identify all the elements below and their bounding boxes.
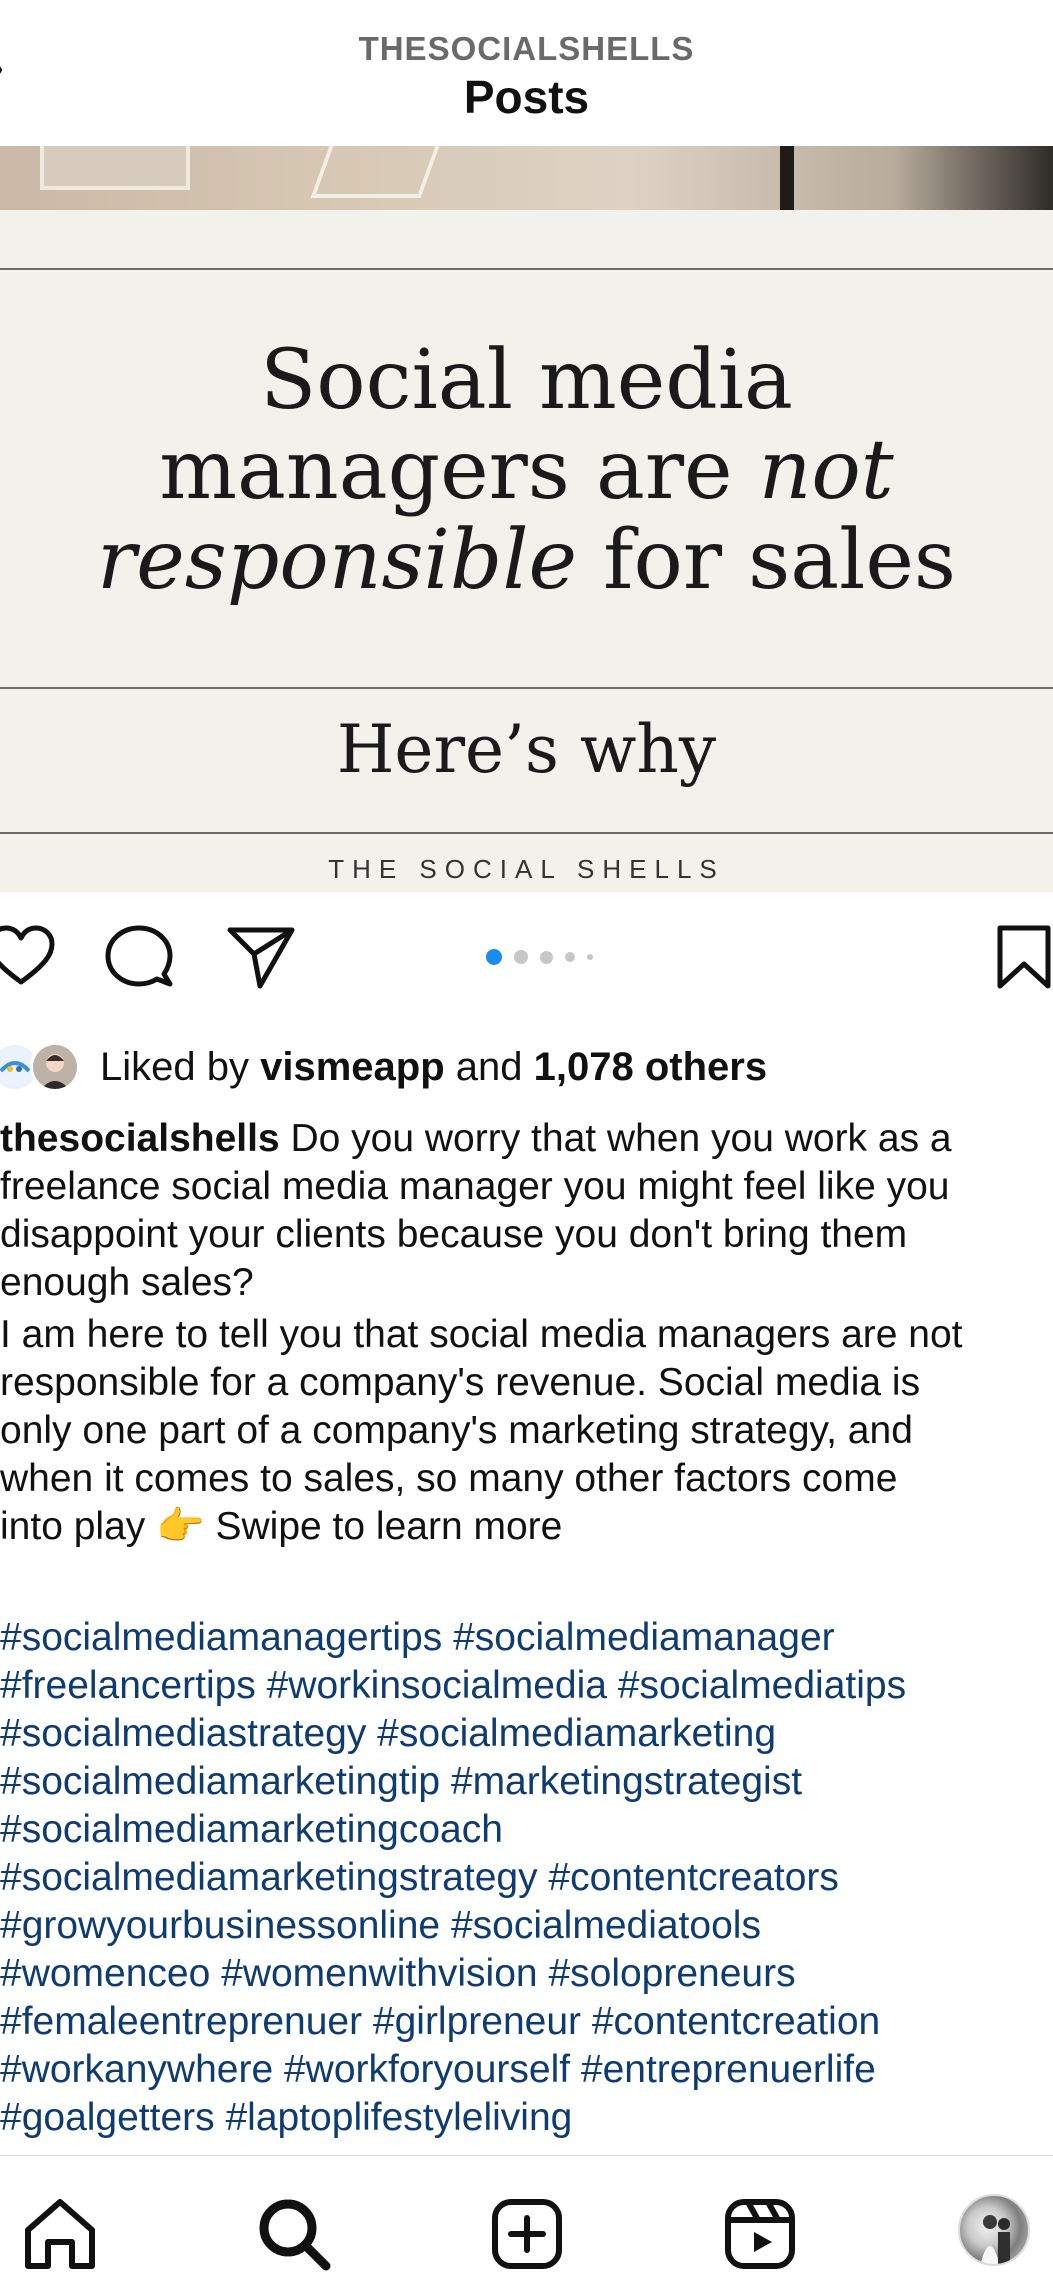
top-header: THESOCIALSHELLS Posts	[0, 0, 1053, 146]
likes-row[interactable]: Liked by vismeapp and 1,078 others	[0, 1040, 1053, 1092]
poster-brand: THE SOCIAL SHELLS	[328, 854, 725, 884]
hashtag-line[interactable]: #workanywhere #workforyourself #entrepre…	[0, 2046, 1053, 2094]
hashtag-line[interactable]: #freelancertips #workinsocialmedia #soci…	[0, 1662, 1053, 1710]
hashtag-line[interactable]: #womenceo #womenwithvision #solopreneurs	[0, 1950, 1053, 1998]
poster-subhead: Here’s why	[336, 711, 717, 788]
carousel-dot	[486, 949, 502, 965]
poster-headline-line: managers are not	[159, 423, 894, 518]
hashtag-line[interactable]: #goalgetters #laptoplifestyleliving	[0, 2094, 1053, 2142]
header-username: THESOCIALSHELLS	[358, 30, 695, 67]
post-photo-strip	[0, 146, 1053, 210]
caption-username[interactable]: thesocialshells	[0, 1117, 280, 1160]
comment-icon[interactable]	[104, 922, 174, 992]
plus-square-icon[interactable]	[487, 2194, 567, 2274]
likes-text: Liked by vismeapp and 1,078 others	[100, 1045, 768, 1089]
avatar	[30, 1042, 80, 1092]
photo-frame-shape	[40, 146, 190, 190]
search-icon[interactable]	[254, 2194, 334, 2274]
photo-frame-shape	[310, 146, 440, 198]
hashtag-line[interactable]: #socialmediastrategy #socialmediamarketi…	[0, 1710, 1053, 1758]
liker-username[interactable]: vismeapp	[260, 1045, 445, 1089]
post-image[interactable]: Social media managers are not responsibl…	[0, 146, 1053, 892]
hashtag-line[interactable]: #socialmediamarketingtip #marketingstrat…	[0, 1758, 1053, 1806]
carousel-dot	[565, 952, 575, 962]
hashtag-line[interactable]: #socialmediamarketingstrategy #contentcr…	[0, 1854, 1053, 1902]
carousel-dot	[540, 950, 553, 964]
profile-avatar[interactable]	[958, 2194, 1030, 2266]
hashtag-list: #socialmediamanagertips #socialmediamana…	[0, 1614, 1053, 2142]
poster-divider	[0, 832, 1053, 834]
hashtag-line[interactable]: #socialmediamanagertips #socialmediamana…	[0, 1614, 1053, 1662]
home-icon[interactable]	[20, 2194, 100, 2274]
hashtag-line[interactable]: #femaleentreprenuer #girlpreneur #conten…	[0, 1998, 1053, 2046]
hashtag-line[interactable]: #growyourbusinessonline #socialmediatool…	[0, 1902, 1053, 1950]
poster-headline-line: Social media	[260, 333, 793, 428]
hashtag-line[interactable]: #socialmediamarketingcoach	[0, 1806, 1053, 1854]
post-caption: thesocialshells Do you worry that when y…	[0, 1115, 1053, 1551]
carousel-indicator	[486, 948, 593, 966]
carousel-dot	[587, 954, 593, 960]
heart-icon[interactable]	[0, 922, 56, 992]
bottom-nav	[0, 2155, 1053, 2278]
likes-others-link[interactable]: 1,078 others	[534, 1045, 767, 1089]
carousel-dot	[514, 950, 528, 964]
reels-icon[interactable]	[720, 2194, 800, 2274]
page-title: Posts	[463, 71, 590, 123]
poster-headline-line: responsible for sales	[97, 513, 956, 608]
paper-plane-icon[interactable]	[226, 922, 296, 992]
photo-table-leg-shape	[780, 146, 794, 210]
poster-divider	[0, 687, 1053, 689]
bookmark-icon[interactable]	[994, 922, 1053, 992]
poster-headline: Social media managers are not responsibl…	[0, 336, 1053, 606]
caption-text: I am here to tell you that social media …	[0, 1313, 963, 1548]
poster-divider	[0, 268, 1053, 270]
